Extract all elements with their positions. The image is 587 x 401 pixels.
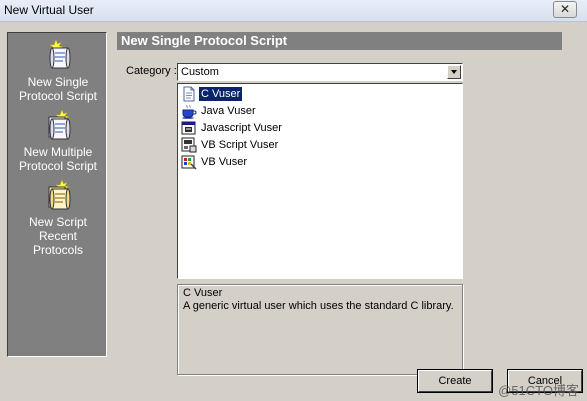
description-text: A generic virtual user which uses the st…: [183, 300, 454, 312]
scroll-recent-icon: [42, 179, 74, 211]
create-button[interactable]: Create: [418, 370, 492, 392]
script-window-icon: [181, 121, 196, 135]
close-button[interactable]: ✕: [553, 1, 577, 18]
title-bar: New Virtual User ✕: [0, 0, 587, 22]
list-item-label: Java Vuser: [201, 105, 256, 117]
window-title: New Virtual User: [4, 3, 94, 17]
coffee-cup-icon: [182, 104, 197, 119]
watermark: @51CTO博客: [498, 383, 579, 398]
description-title: C Vuser: [183, 287, 223, 299]
document-icon: [183, 86, 195, 102]
list-item-label: Javascript Vuser: [201, 122, 282, 134]
list-item-label: VB Vuser: [201, 156, 248, 168]
sidebar: New Single Protocol Script New Multiple …: [7, 32, 107, 357]
sidebar-item-label: New Single Protocol Script: [18, 75, 98, 103]
sidebar-item-new-multiple-protocol[interactable]: New Multiple Protocol Script: [8, 109, 108, 173]
category-select[interactable]: Custom: [177, 63, 463, 81]
list-item-label: C Vuser: [199, 87, 243, 101]
chevron-down-icon[interactable]: [447, 65, 461, 79]
sidebar-item-new-script-recent-protocols[interactable]: New Script Recent Protocols: [8, 179, 108, 257]
description-group: C Vuser A generic virtual user which use…: [177, 284, 463, 375]
scroll-icon: [42, 39, 74, 71]
sidebar-item-label: New Multiple Protocol Script: [18, 145, 98, 173]
vbscript-icon: [181, 137, 197, 153]
sidebar-item-new-single-protocol[interactable]: New Single Protocol Script: [8, 39, 108, 103]
sidebar-item-label: New Script Recent Protocols: [28, 215, 87, 257]
category-value: Custom: [181, 66, 219, 78]
scroll-stack-icon: [42, 109, 74, 141]
dialog-body: New Single Protocol Script New Multiple …: [0, 22, 587, 401]
category-label: Category :: [126, 65, 177, 77]
protocol-list[interactable]: C Vuser Java Vuser Javascript Vuser VB S…: [177, 83, 463, 279]
vb-icon: [181, 155, 197, 170]
close-icon: ✕: [559, 2, 571, 16]
list-item-label: VB Script Vuser: [201, 139, 279, 151]
section-header: New Single Protocol Script: [117, 32, 562, 50]
